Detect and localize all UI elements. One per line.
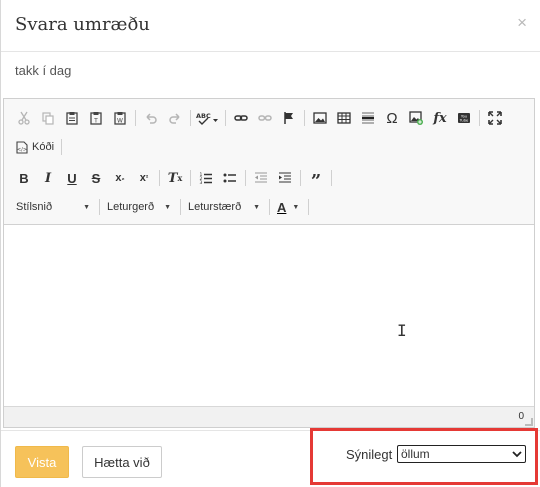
paste-text-icon[interactable]: T — [84, 107, 108, 129]
toolbar-separator — [180, 199, 181, 215]
text-cursor-icon: I — [397, 321, 407, 340]
special-char-icon[interactable]: Ω — [380, 107, 404, 129]
toolbar-separator — [331, 170, 332, 186]
link-icon[interactable] — [229, 107, 253, 129]
visibility-select[interactable]: öllum — [397, 445, 526, 463]
svg-text:T: T — [93, 118, 98, 125]
chevron-down-icon — [512, 450, 522, 458]
maximize-icon[interactable] — [483, 107, 507, 129]
font-dropdown-label: Leturgerð — [107, 201, 155, 213]
toolbar-row-3: B I U S x₂ x² Tx 123 ” — [12, 166, 335, 192]
underline-icon[interactable]: U — [60, 167, 84, 189]
toolbar-separator — [269, 199, 270, 215]
source-code-icon: </> — [16, 140, 28, 154]
formula-icon[interactable]: fx — [428, 107, 452, 129]
copy-icon[interactable] — [36, 107, 60, 129]
visibility-selected-value: öllum — [401, 447, 430, 461]
svg-text:W: W — [117, 118, 123, 125]
text-color-icon: A — [277, 199, 287, 215]
subscript-icon[interactable]: x₂ — [108, 167, 132, 189]
toolbar-separator — [308, 199, 309, 215]
youtube-icon[interactable]: You Tube — [452, 107, 476, 129]
word-count: 0 — [518, 411, 524, 422]
toolbar-row-4: Stílsnið ▼ Leturgerð ▼ Leturstærð ▼ A ▼ — [12, 195, 312, 219]
insert-image-plus-icon[interactable] — [404, 107, 428, 129]
toolbar-separator — [159, 170, 160, 186]
paste-icon[interactable] — [60, 107, 84, 129]
size-dropdown[interactable]: Leturstærð ▼ — [184, 196, 266, 218]
svg-text:3: 3 — [200, 180, 203, 185]
toolbar-separator — [245, 170, 246, 186]
dialog-title: Svara umræðu — [15, 14, 150, 35]
editor-content-area[interactable] — [4, 226, 534, 406]
editor-statusbar: 0 — [4, 406, 534, 427]
undo-icon[interactable] — [139, 107, 163, 129]
toolbar-separator — [135, 110, 136, 126]
toolbar-separator — [61, 139, 63, 155]
caret-down-icon: ▼ — [164, 203, 171, 211]
indent-icon[interactable] — [273, 167, 297, 189]
outdent-icon[interactable] — [249, 167, 273, 189]
text-color-dropdown[interactable]: A ▼ — [273, 196, 305, 218]
anchor-flag-icon[interactable] — [277, 107, 301, 129]
styles-dropdown[interactable]: Stílsnið ▼ — [12, 196, 96, 218]
toolbar-row-2: </> Kóði — [12, 135, 65, 159]
italic-icon[interactable]: I — [36, 167, 60, 189]
source-button[interactable]: </> Kóði — [12, 136, 58, 158]
bulleted-list-icon[interactable] — [218, 167, 242, 189]
horizontal-line-icon[interactable] — [356, 107, 380, 129]
redo-icon[interactable] — [163, 107, 187, 129]
subject-field[interactable]: takk í dag — [15, 63, 71, 78]
unlink-icon[interactable] — [253, 107, 277, 129]
source-button-label: Kóði — [32, 141, 55, 153]
image-icon[interactable] — [308, 107, 332, 129]
caret-down-icon: ▼ — [292, 203, 300, 211]
bold-icon[interactable]: B — [12, 167, 36, 189]
cancel-button[interactable]: Hætta við — [82, 446, 162, 478]
toolbar-separator — [479, 110, 480, 126]
editor-toolbar: T W ABC Ω fx You Tube </> Kóði B I U S x… — [4, 99, 534, 225]
reply-dialog: Svara umræðu × takk í dag T W ABC Ω fx Y… — [0, 0, 540, 487]
toolbar-separator — [99, 199, 100, 215]
resize-handle-icon[interactable] — [525, 418, 533, 426]
strikethrough-icon[interactable]: S — [84, 167, 108, 189]
blockquote-icon[interactable]: ” — [304, 167, 328, 192]
svg-text:</>: </> — [17, 147, 27, 153]
toolbar-row-1: T W ABC Ω fx You Tube — [12, 106, 507, 130]
caret-down-icon: ▼ — [83, 203, 90, 211]
rich-text-editor: T W ABC Ω fx You Tube </> Kóði B I U S x… — [3, 98, 535, 428]
toolbar-separator — [190, 170, 191, 186]
spellcheck-icon[interactable]: ABC — [194, 107, 222, 129]
styles-dropdown-label: Stílsnið — [16, 201, 53, 213]
superscript-icon[interactable]: x² — [132, 167, 156, 189]
caret-down-icon: ▼ — [253, 203, 260, 211]
cut-icon[interactable] — [12, 107, 36, 129]
svg-text:ABC: ABC — [196, 112, 211, 120]
toolbar-separator — [190, 110, 191, 126]
toolbar-separator — [300, 170, 301, 186]
size-dropdown-label: Leturstærð — [188, 201, 242, 213]
visibility-label: Sýnilegt — [346, 447, 393, 462]
svg-text:Tube: Tube — [459, 119, 469, 123]
dialog-header: Svara umræðu × — [1, 0, 540, 52]
table-icon[interactable] — [332, 107, 356, 129]
close-icon[interactable]: × — [517, 13, 527, 33]
numbered-list-icon[interactable]: 123 — [194, 167, 218, 189]
toolbar-separator — [304, 110, 305, 126]
paste-word-icon[interactable]: W — [108, 107, 132, 129]
toolbar-separator — [225, 110, 226, 126]
save-button[interactable]: Vista — [15, 446, 69, 478]
remove-format-icon[interactable]: Tx — [163, 167, 187, 189]
font-dropdown[interactable]: Leturgerð ▼ — [103, 196, 177, 218]
